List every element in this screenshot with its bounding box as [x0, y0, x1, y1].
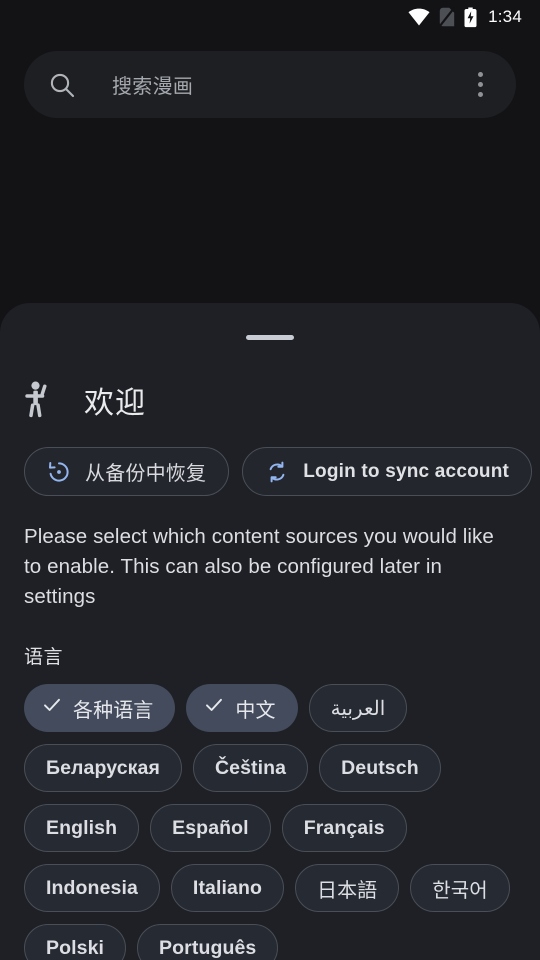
status-time: 1:34	[488, 7, 522, 26]
language-chip-label: Italiano	[192, 876, 262, 899]
language-section-label: 语言	[24, 647, 64, 668]
restore-backup-icon	[47, 460, 71, 484]
language-chip-grid: 各种语言 中文 العربية Беларуская Čeština Deutsch Eng…	[24, 684, 516, 960]
welcome-header: 欢迎	[24, 378, 516, 422]
language-chip[interactable]: 日本語	[294, 864, 400, 912]
drag-handle[interactable]	[246, 335, 294, 340]
language-chip-label: Čeština	[214, 756, 287, 779]
language-chip[interactable]: Deutsch	[319, 744, 441, 792]
page-title: 欢迎	[84, 387, 146, 420]
login-sync-label: Login to sync account	[303, 460, 510, 482]
language-chip[interactable]: Čeština	[192, 744, 309, 792]
check-icon	[204, 695, 224, 721]
search-icon	[48, 71, 76, 99]
search-input[interactable]: 搜索漫画	[112, 70, 466, 99]
language-chip-label: 各种语言	[73, 699, 154, 722]
status-bar: 1:34	[0, 0, 540, 34]
language-chip[interactable]: العربية	[308, 684, 408, 732]
language-chip-label: 中文	[235, 699, 276, 722]
restore-backup-button[interactable]: 从备份中恢复	[24, 447, 230, 496]
onboarding-bottom-sheet: 欢迎 从备份中恢复 Login to sync account Please s…	[0, 303, 540, 960]
language-chip-label: 한국어	[432, 879, 488, 902]
language-chip[interactable]: English	[24, 804, 140, 852]
language-chip[interactable]: Беларуская	[24, 744, 182, 792]
language-chip[interactable]: Indonesia	[24, 864, 160, 912]
language-chip[interactable]: 한국어	[410, 864, 510, 912]
language-chip-label: English	[46, 816, 118, 839]
language-chip[interactable]: Português	[137, 924, 279, 960]
app-screen: 1:34 搜索漫画 欢迎 从备份中恢复 Login to sync accoun…	[0, 0, 540, 960]
wifi-icon	[408, 8, 430, 26]
restore-backup-label: 从备份中恢复	[85, 463, 207, 485]
language-chip-label: Português	[159, 936, 257, 959]
language-chip-label: العربية	[330, 697, 386, 720]
language-chip[interactable]: 中文	[186, 684, 298, 732]
waving-person-icon	[24, 381, 54, 419]
check-icon	[42, 695, 62, 721]
language-chip-label: Беларуская	[46, 756, 160, 779]
language-chip[interactable]: Polski	[24, 924, 127, 960]
no-sim-icon	[439, 7, 456, 27]
language-chip[interactable]: 各种语言	[24, 684, 176, 732]
action-buttons: 从备份中恢复 Login to sync account	[24, 447, 533, 496]
login-sync-button[interactable]: Login to sync account	[242, 447, 533, 496]
language-chip[interactable]: Français	[281, 804, 407, 852]
sync-icon	[265, 460, 289, 484]
language-chip-label: Español	[172, 816, 249, 839]
language-chip-label: Indonesia	[46, 876, 138, 899]
onboarding-description: Please select which content sources you …	[24, 525, 494, 608]
language-chip-label: 日本語	[316, 879, 378, 902]
language-chip[interactable]: Español	[150, 804, 271, 852]
battery-charging-icon	[464, 7, 477, 28]
language-chip-label: Polski	[46, 936, 105, 959]
language-chip[interactable]: Italiano	[170, 864, 284, 912]
language-chip-label: Deutsch	[341, 756, 419, 779]
language-chip-label: Français	[303, 816, 385, 839]
search-bar[interactable]: 搜索漫画	[24, 51, 516, 118]
more-vertical-icon[interactable]	[466, 71, 494, 99]
